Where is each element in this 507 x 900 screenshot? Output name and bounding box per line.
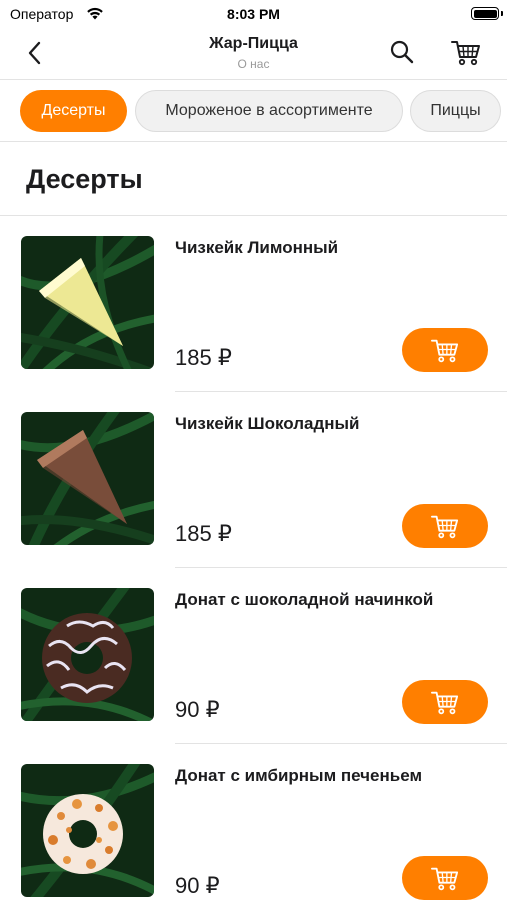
status-time: 8:03 PM [227,6,280,22]
product-item[interactable]: Чизкейк Шоколадный 185 ₽ [0,392,507,568]
product-item[interactable]: Донат с шоколадной начинкой 90 ₽ [0,568,507,744]
tab-ice-cream[interactable]: Мороженое в ассортименте [135,90,403,132]
cart-icon [431,867,459,891]
product-price: 185 ₽ [175,345,232,370]
add-to-cart-button[interactable] [402,680,488,724]
section-title: Десерты [26,164,143,194]
page-title: Жар-Пицца [209,35,298,52]
product-price: 90 ₽ [175,697,220,722]
product-name: Чизкейк Лимонный [175,238,339,257]
battery-tip [501,11,503,16]
cart-icon [431,691,459,715]
product-image-gingerbread-donut [21,764,154,897]
tab-pizzas[interactable]: Пиццы [410,90,501,132]
product-image-lemon-cheesecake [21,236,154,369]
product-price: 185 ₽ [175,521,232,546]
product-name: Чизкейк Шоколадный [175,414,360,433]
tab-desserts[interactable]: Десерты [20,90,127,132]
status-bar: Оператор 8:03 PM [0,0,507,28]
product-image-chocolate-cheesecake [21,412,154,545]
search-icon[interactable] [388,38,416,66]
add-to-cart-button[interactable] [402,328,488,372]
battery-icon [471,7,499,20]
add-to-cart-button[interactable] [402,856,488,900]
product-name: Донат с шоколадной начинкой [175,590,434,609]
add-to-cart-button[interactable] [402,504,488,548]
cart-icon [431,339,459,363]
about-link[interactable]: О нас [0,57,507,71]
navigation-bar: Жар-Пицца О нас [0,28,507,80]
product-item[interactable]: Донат с имбирным печеньем 90 ₽ [0,744,507,900]
category-tabs: Десерты Мороженое в ассортименте Пиццы [0,80,507,142]
product-price: 90 ₽ [175,873,220,898]
product-name: Донат с имбирным печеньем [175,766,423,785]
product-image-chocolate-donut [21,588,154,721]
product-item[interactable]: Чизкейк Лимонный 185 ₽ [0,216,507,392]
cart-icon [431,515,459,539]
cart-icon[interactable] [450,37,482,67]
